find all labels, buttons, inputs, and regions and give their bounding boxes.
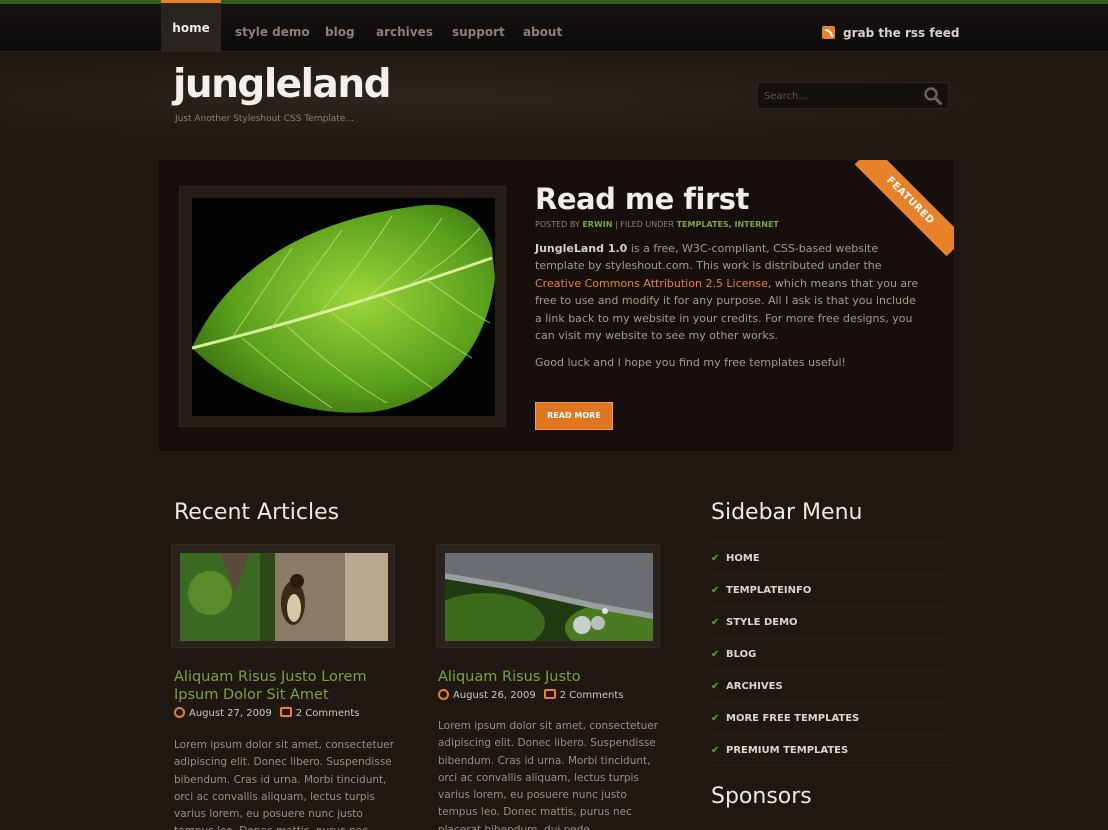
check-icon: ✔ [711,617,720,628]
clock-icon [438,689,449,700]
rss-label: grab the rss feed [843,26,960,40]
nav-item-home[interactable]: home [161,0,221,52]
nav-item-blog[interactable]: blog [325,4,355,52]
sidebar-item-label: ARCHIVES [726,681,783,692]
sidebar-item-premium-templates[interactable]: ✔ PREMIUM TEMPLATES [711,734,949,766]
sidebar-item-label: BLOG [726,649,757,660]
featured-post: FEATURED Read me first POSTED BY ERWIN |… [157,159,955,452]
bird-image [180,553,388,641]
sidebar-item-label: HOME [726,553,760,564]
nav-item-archives[interactable]: archives [376,4,433,52]
featured-leaf-image [192,198,495,416]
clock-icon [174,707,185,718]
sidebar-item-archives[interactable]: ✔ ARCHIVES [711,670,949,702]
check-icon: ✔ [711,713,720,724]
check-icon: ✔ [711,745,720,756]
article-excerpt-2: Lorem ipsum dolor sit amet, consectetuer… [438,720,658,830]
sidebar-item-label: TEMPLATEINFO [726,585,812,596]
meta-posted-by: POSTED BY [535,220,580,229]
article-meta-2: August 26, 2009 2 Comments [438,689,623,701]
featured-body: JungleLand 1.0 is a free, W3C-compliant,… [535,240,920,344]
article-comments-1[interactable]: 2 Comments [296,708,360,719]
water-drop-image [445,553,653,641]
article-date-2: August 26, 2009 [453,690,536,701]
featured-body-strong: JungleLand 1.0 [535,242,628,255]
meta-categories-link[interactable]: TEMPLATES, INTERNET [677,220,779,229]
sidebar-item-label: MORE FREE TEMPLATES [726,713,860,724]
rss-feed-link[interactable]: grab the rss feed [822,26,959,40]
check-icon: ✔ [711,585,720,596]
check-icon: ✔ [711,681,720,692]
sponsors-heading: Sponsors [711,784,812,809]
check-icon: ✔ [711,649,720,660]
sidebar-item-blog[interactable]: ✔ BLOG [711,638,949,670]
meta-author-link[interactable]: ERWIN [582,220,612,229]
comment-icon [279,707,292,717]
article-meta-1: August 27, 2009 2 Comments [174,707,359,719]
search-box [757,82,949,109]
rss-icon [822,26,835,39]
comment-icon [543,689,556,699]
article-comments-2[interactable]: 2 Comments [560,690,624,701]
search-icon[interactable] [924,87,942,105]
article-title-1[interactable]: Aliquam Risus Justo Lorem Ipsum Dolor Si… [174,668,404,704]
top-navbar: home style demo blog archives support ab… [0,0,1108,52]
search-input[interactable] [764,88,914,104]
nav-item-support[interactable]: support [452,4,505,52]
sidebar-item-style-demo[interactable]: ✔ STYLE DEMO [711,606,949,638]
site-title[interactable]: jungleland [173,62,392,107]
article-thumbnail-1[interactable] [171,544,395,648]
article-date-1: August 27, 2009 [189,708,272,719]
article-thumbnail-2[interactable] [436,544,660,648]
sidebar-item-home[interactable]: ✔ HOME [711,542,949,574]
license-link[interactable]: Creative Commons Attribution 2.5 License [535,277,768,290]
sidebar-item-templateinfo[interactable]: ✔ TEMPLATEINFO [711,574,949,606]
read-more-button[interactable]: READ MORE [535,402,613,430]
article-title-2[interactable]: Aliquam Risus Justo [438,668,668,686]
sidebar-item-label: PREMIUM TEMPLATES [726,745,849,756]
featured-meta: POSTED BY ERWIN | FILED UNDER TEMPLATES,… [535,220,779,229]
sidebar-item-label: STYLE DEMO [726,617,798,628]
sidebar-item-more-free-templates[interactable]: ✔ MORE FREE TEMPLATES [711,702,949,734]
featured-title[interactable]: Read me first [535,182,749,216]
sidebar-menu-heading: Sidebar Menu [711,500,863,525]
site-subtitle: Just Another Styleshout CSS Template... [175,114,354,124]
article-excerpt-1: Lorem ipsum dolor sit amet, consectetuer… [174,739,394,830]
featured-image-frame [179,186,506,427]
recent-articles-heading: Recent Articles [174,500,340,525]
check-icon: ✔ [711,553,720,564]
meta-filed-under: | FILED UNDER [615,220,675,229]
nav-item-about[interactable]: about [523,4,562,52]
nav-item-style-demo[interactable]: style demo [235,4,310,52]
featured-closing-text: Good luck and I hope you find my free te… [535,356,846,369]
